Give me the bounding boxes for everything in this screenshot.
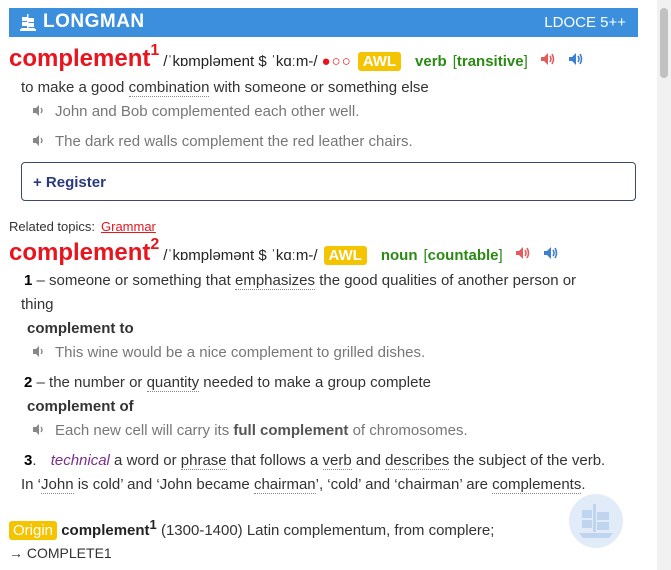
- register-box[interactable]: + Register: [21, 162, 636, 201]
- definition-link[interactable]: verb: [322, 452, 352, 470]
- part-of-speech: verb: [415, 53, 447, 70]
- longman-ship-icon: [569, 494, 623, 548]
- scrollbar-thumb[interactable]: [660, 8, 668, 78]
- entry2-headline: complement2 /ˈkɒmpləmənt $ ˈkɑːm-/ AWL n…: [9, 236, 559, 267]
- definition-link[interactable]: chairman: [253, 476, 316, 494]
- sense-1-continued: thing: [21, 296, 54, 313]
- example-sentence: Each new cell will carry its full comple…: [32, 422, 468, 439]
- origin-cross-reference[interactable]: → COMPLETE1: [9, 545, 112, 561]
- sense-number: 1: [24, 272, 33, 289]
- speaker-example-icon[interactable]: [32, 423, 46, 436]
- grammar-label: [countable]: [423, 247, 503, 264]
- edition-label: LDOCE 5++: [544, 14, 626, 31]
- sense-1: 1 – someone or something that emphasizes…: [24, 272, 577, 290]
- speaker-red-icon[interactable]: [540, 52, 556, 66]
- definition-link[interactable]: quantity: [146, 374, 200, 392]
- longman-header: LONGMAN LDOCE 5++: [9, 8, 638, 37]
- example-sentence: This wine would be a nice complement to …: [32, 344, 425, 361]
- speaker-example-icon[interactable]: [32, 345, 46, 358]
- definition-link[interactable]: phrase: [180, 452, 227, 470]
- definition-link[interactable]: emphasizes: [234, 272, 316, 290]
- definition-link[interactable]: complements: [492, 476, 582, 494]
- origin-text: (1300-1400) Latin complementum, from com…: [160, 522, 495, 539]
- register-label[interactable]: + Register: [33, 174, 106, 191]
- grammar-label: [transitive]: [452, 53, 528, 70]
- vertical-scrollbar[interactable]: [657, 0, 671, 570]
- definition-link[interactable]: describes: [385, 452, 450, 470]
- definition-link[interactable]: John: [41, 476, 74, 494]
- collocation: complement of: [27, 398, 134, 415]
- homograph-number: 1: [150, 42, 160, 59]
- origin-headword: complement1: [61, 517, 157, 539]
- speaker-example-icon[interactable]: [32, 104, 46, 117]
- homograph-number: 2: [150, 236, 160, 253]
- pronunciation: /ˈkɒmpləment $ ˈkɑːm-/: [163, 53, 318, 70]
- brand-name: LONGMAN: [43, 11, 145, 32]
- speaker-example-icon[interactable]: [32, 134, 46, 147]
- collocation: complement to: [27, 320, 134, 337]
- headword: complement2: [9, 236, 160, 266]
- definition-link[interactable]: combination: [128, 79, 210, 97]
- sense-number: 2: [24, 374, 33, 391]
- pronunciation: /ˈkɒmpləmənt $ ˈkɑːm-/: [163, 247, 318, 264]
- field-label: technical: [50, 452, 110, 469]
- awl-badge: AWL: [323, 246, 367, 265]
- speaker-blue-icon[interactable]: [543, 246, 559, 260]
- longman-ship-icon: [17, 12, 39, 34]
- example-sentence: The dark red walls complement the red le…: [32, 133, 413, 150]
- sense-3: 3. technical a word or phrase that follo…: [24, 452, 606, 470]
- example-sentence: John and Bob complemented each other wel…: [32, 103, 359, 120]
- origin-badge: Origin: [9, 521, 58, 540]
- definition: to make a good combination with someone …: [21, 79, 429, 97]
- speaker-blue-icon[interactable]: [568, 52, 584, 66]
- topic-link-grammar[interactable]: Grammar: [101, 219, 156, 234]
- related-topics: Related topics: Grammar: [9, 219, 156, 234]
- headword: complement1: [9, 42, 160, 72]
- frequency-marker: ●○○: [321, 53, 352, 70]
- awl-badge: AWL: [357, 52, 402, 71]
- entry1-headline: complement1 /ˈkɒmpləment $ ˈkɑːm-/ ●○○ A…: [9, 42, 584, 73]
- part-of-speech: noun: [380, 247, 418, 264]
- sense-2: 2 – the number or quantity needed to mak…: [24, 374, 431, 392]
- origin: Origin complement1 (1300-1400) Latin com…: [9, 517, 494, 540]
- speaker-red-icon[interactable]: [515, 246, 531, 260]
- sense-3-continued: In ‘John is cold’ and ‘John became chair…: [21, 476, 586, 494]
